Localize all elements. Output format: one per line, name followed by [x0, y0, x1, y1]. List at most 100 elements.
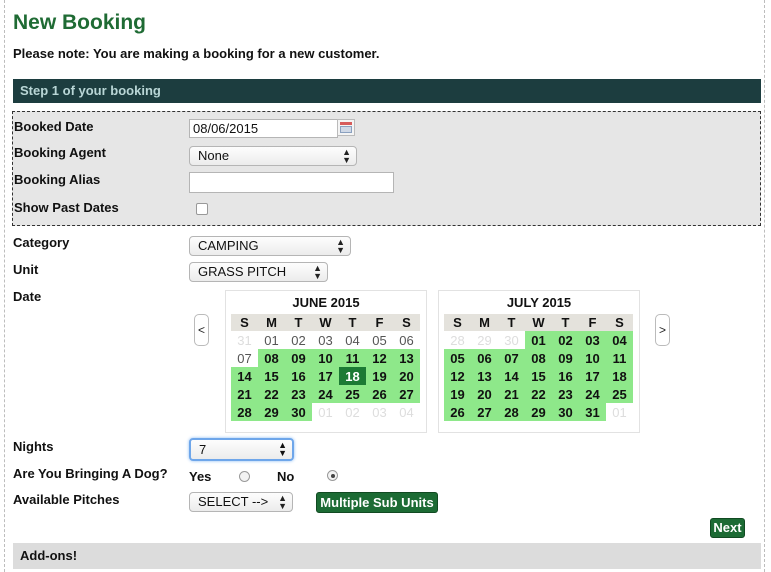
- calendar-day[interactable]: 18: [339, 367, 366, 385]
- calendar-prev-button[interactable]: <: [194, 314, 209, 346]
- calendar-day: 29: [471, 331, 498, 349]
- calendar-day[interactable]: 03: [579, 331, 606, 349]
- calendar-day[interactable]: 31: [579, 403, 606, 421]
- calendar-day[interactable]: 17: [312, 367, 339, 385]
- calendar-day: 03: [312, 331, 339, 349]
- dog-yes-radio[interactable]: [239, 471, 250, 482]
- calendar-day: 31: [231, 331, 258, 349]
- calendar-day[interactable]: 12: [366, 349, 393, 367]
- calendar-day[interactable]: 28: [498, 403, 525, 421]
- weekday-header: M: [258, 314, 285, 331]
- calendar-day[interactable]: 01: [525, 331, 552, 349]
- calendar-day[interactable]: 14: [231, 367, 258, 385]
- next-button[interactable]: Next: [710, 518, 745, 538]
- calendar-day[interactable]: 04: [606, 331, 633, 349]
- calendar-day[interactable]: 29: [525, 403, 552, 421]
- calendar-day[interactable]: 28: [231, 403, 258, 421]
- category-select[interactable]: CAMPING ▲ ▼: [189, 236, 351, 256]
- calendar-week-row: 31 01 02 03 04 05 06: [231, 331, 420, 349]
- calendar-day[interactable]: 13: [393, 349, 420, 367]
- calendar-day[interactable]: 11: [606, 349, 633, 367]
- calendar-week-row: 26 27 28 29 30 31 01: [444, 403, 633, 421]
- calendar-day[interactable]: 21: [498, 385, 525, 403]
- addons-header: Add-ons!: [13, 543, 761, 569]
- calendar-day[interactable]: 10: [312, 349, 339, 367]
- calendar-day[interactable]: 16: [285, 367, 312, 385]
- nights-value: 7: [199, 442, 207, 457]
- calendar-day[interactable]: 23: [552, 385, 579, 403]
- calendar-day: 05: [366, 331, 393, 349]
- calendar-day[interactable]: 24: [312, 385, 339, 403]
- calendar-day[interactable]: 30: [285, 403, 312, 421]
- weekday-header: M: [471, 314, 498, 331]
- available-pitches-label: Available Pitches: [13, 492, 120, 507]
- calendar-day[interactable]: 19: [444, 385, 471, 403]
- calendar-day[interactable]: 06: [471, 349, 498, 367]
- calendar-day[interactable]: 05: [444, 349, 471, 367]
- calendar-day[interactable]: 07: [498, 349, 525, 367]
- calendar-day[interactable]: 11: [339, 349, 366, 367]
- calendar-day[interactable]: 18: [606, 367, 633, 385]
- booked-date-input[interactable]: 08/06/2015: [189, 119, 338, 138]
- calendar-grid: S M T W T F S 31 01 02 03 04 05 06 07 08 09 10 11 12 13 14 15 1…: [231, 314, 420, 421]
- calendar-day[interactable]: 13: [471, 367, 498, 385]
- calendar-day[interactable]: 29: [258, 403, 285, 421]
- calendar-day[interactable]: 27: [471, 403, 498, 421]
- calendar-month-title: JULY 2015: [506, 295, 572, 310]
- booking-alias-input[interactable]: [189, 172, 394, 193]
- weekday-header: F: [366, 314, 393, 331]
- calendar-day[interactable]: 10: [579, 349, 606, 367]
- calendar-day[interactable]: 30: [552, 403, 579, 421]
- show-past-dates-label: Show Past Dates: [14, 200, 119, 215]
- calendar-day[interactable]: 09: [285, 349, 312, 367]
- unit-value: GRASS PITCH: [198, 264, 287, 279]
- multiple-sub-units-button[interactable]: Multiple Sub Units: [316, 492, 438, 513]
- calendar-day[interactable]: 20: [393, 367, 420, 385]
- updown-arrow-icon: ▲ ▼: [278, 493, 287, 511]
- calendar-day[interactable]: 26: [444, 403, 471, 421]
- calendar-day[interactable]: 14: [498, 367, 525, 385]
- calendar-day[interactable]: 08: [525, 349, 552, 367]
- calendar-day[interactable]: 23: [285, 385, 312, 403]
- date-label: Date: [13, 289, 42, 304]
- calendar-day[interactable]: 12: [444, 367, 471, 385]
- available-pitches-select[interactable]: SELECT --> ▲ ▼: [189, 492, 293, 512]
- unit-select[interactable]: GRASS PITCH ▲ ▼: [189, 262, 328, 282]
- calendar-day[interactable]: 08: [258, 349, 285, 367]
- weekday-header: S: [606, 314, 633, 331]
- booked-date-label: Booked Date: [14, 119, 94, 134]
- calendar-day[interactable]: 02: [552, 331, 579, 349]
- calendar-day[interactable]: 25: [606, 385, 633, 403]
- booking-agent-select[interactable]: None ▲ ▼: [189, 146, 357, 166]
- calendar-day[interactable]: 15: [525, 367, 552, 385]
- calendar-day[interactable]: 22: [258, 385, 285, 403]
- calendar-day[interactable]: 09: [552, 349, 579, 367]
- calendar-day[interactable]: 24: [579, 385, 606, 403]
- calendar-day: 01: [312, 403, 339, 421]
- calendar-day[interactable]: 26: [366, 385, 393, 403]
- calendar-day[interactable]: 27: [393, 385, 420, 403]
- calendar-day[interactable]: 16: [552, 367, 579, 385]
- calendar-day[interactable]: 21: [231, 385, 258, 403]
- calendar-icon[interactable]: [337, 119, 355, 136]
- available-pitches-value: SELECT -->: [198, 494, 269, 509]
- calendar-week-row: 07 08 09 10 11 12 13: [231, 349, 420, 367]
- show-past-dates-checkbox[interactable]: [196, 203, 208, 215]
- nights-select[interactable]: 7 ▲ ▼: [189, 438, 294, 461]
- booking-alias-label: Booking Alias: [14, 172, 101, 187]
- calendar-day[interactable]: 20: [471, 385, 498, 403]
- dog-no-radio[interactable]: [327, 470, 338, 481]
- unit-label: Unit: [13, 262, 39, 277]
- calendar-day[interactable]: 25: [339, 385, 366, 403]
- calendar-day[interactable]: 17: [579, 367, 606, 385]
- calendar-day: 28: [444, 331, 471, 349]
- calendar-next-button[interactable]: >: [655, 314, 670, 346]
- calendar-day: 30: [498, 331, 525, 349]
- calendar-day[interactable]: 15: [258, 367, 285, 385]
- nights-label: Nights: [13, 439, 54, 454]
- calendar-day[interactable]: 19: [366, 367, 393, 385]
- calendar-july: JULY 2015 S M T W T F S 28 29 30 01 02 03 04 05 06 07 08 0…: [438, 290, 640, 433]
- updown-arrow-icon: ▲ ▼: [313, 263, 322, 281]
- updown-arrow-icon: ▲ ▼: [336, 237, 345, 255]
- calendar-day[interactable]: 22: [525, 385, 552, 403]
